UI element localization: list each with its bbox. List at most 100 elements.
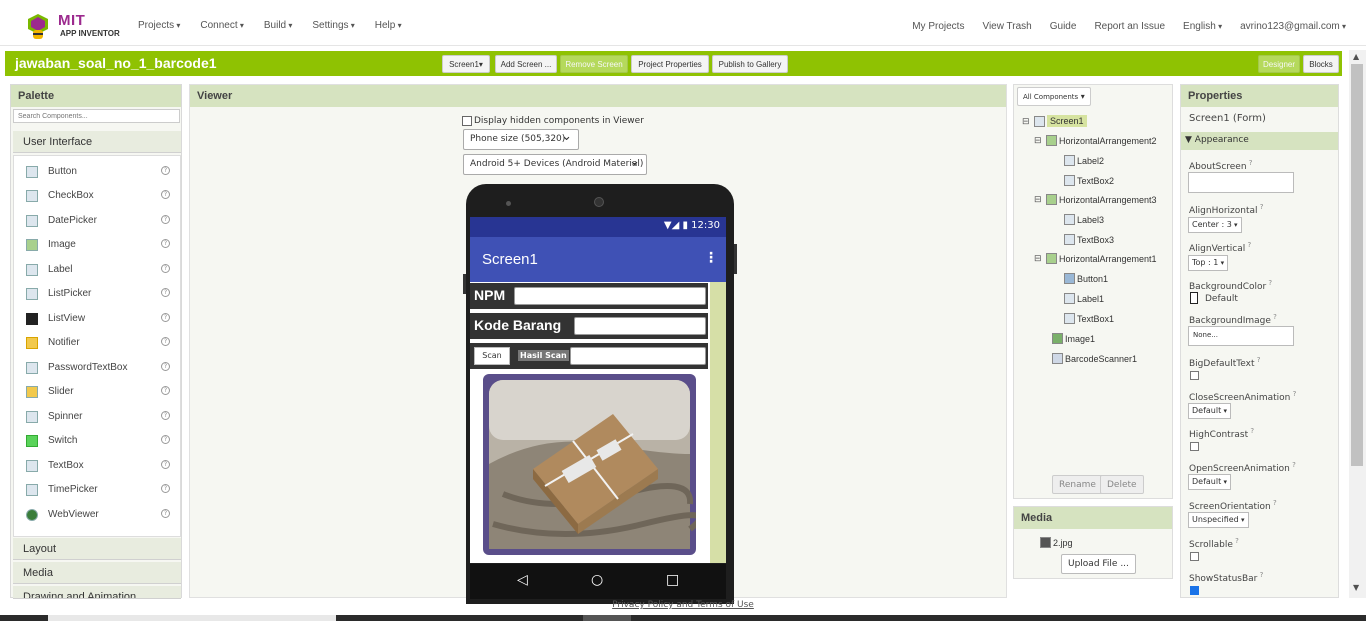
textbox1[interactable] xyxy=(570,347,706,365)
help-icon[interactable]: ? xyxy=(161,435,170,444)
tree-screen1[interactable]: ⊟ Screen1 xyxy=(1022,115,1087,127)
nav-view-trash[interactable]: View Trash xyxy=(982,21,1031,32)
designer-button[interactable]: Designer xyxy=(1258,55,1300,73)
nav-settings[interactable]: Settings xyxy=(312,20,354,31)
help-icon[interactable]: ? xyxy=(161,239,170,248)
tree-label1[interactable]: Label1 xyxy=(1064,293,1104,304)
scrollable-checkbox[interactable] xyxy=(1190,552,1199,561)
color-swatch[interactable] xyxy=(1190,292,1198,304)
big-default-text-checkbox[interactable] xyxy=(1190,371,1199,380)
scrollbar-thumb[interactable] xyxy=(1351,64,1363,466)
nav-account[interactable]: avrino123@gmail.com xyxy=(1240,21,1346,32)
background-image-picker[interactable]: None... xyxy=(1188,326,1294,346)
tree-label3[interactable]: Label3 xyxy=(1064,214,1104,225)
scroll-up-icon[interactable]: ▲ xyxy=(1353,52,1359,61)
palette-item-image[interactable]: Image? xyxy=(14,235,180,255)
palette-item-listpicker[interactable]: ListPicker? xyxy=(14,284,180,304)
palette-item-notifier[interactable]: Notifier? xyxy=(14,333,180,353)
tree-textbox1[interactable]: TextBox1 xyxy=(1064,313,1114,324)
appearance-section[interactable]: ▼ Appearance xyxy=(1181,132,1338,150)
collapse-icon[interactable]: ⊟ xyxy=(1034,135,1044,146)
tree-horizontalarrangement2[interactable]: ⊟ HorizontalArrangement2 xyxy=(1034,135,1157,146)
help-icon[interactable]: ? xyxy=(161,190,170,199)
collapse-icon[interactable]: ⊟ xyxy=(1034,253,1044,264)
palette-item-label[interactable]: Label? xyxy=(14,260,180,280)
align-vertical-select[interactable]: Top : 1 xyxy=(1188,255,1229,271)
help-icon[interactable]: ? xyxy=(161,215,170,224)
palette-item-datepicker[interactable]: DatePicker? xyxy=(14,211,180,231)
help-icon[interactable]: ? xyxy=(161,337,170,346)
nav-guide[interactable]: Guide xyxy=(1050,21,1077,32)
phone-size-select[interactable]: Phone size (505,320) xyxy=(463,129,579,150)
tree-textbox3[interactable]: TextBox3 xyxy=(1064,234,1114,245)
horizontal-arrangement-1[interactable]: Scan Hasil Scan xyxy=(470,343,708,369)
home-icon[interactable]: ○ xyxy=(591,572,603,588)
palette-item-listview[interactable]: ListView? xyxy=(14,309,180,329)
taskbar-tab[interactable] xyxy=(48,615,336,621)
nav-report-issue[interactable]: Report an Issue xyxy=(1094,21,1165,32)
help-icon[interactable]: ? xyxy=(161,166,170,175)
nav-language[interactable]: English xyxy=(1183,21,1222,32)
tree-horizontalarrangement3[interactable]: ⊟ HorizontalArrangement3 xyxy=(1034,194,1157,205)
collapse-icon[interactable]: ⊟ xyxy=(1022,116,1032,127)
palette-item-timepicker[interactable]: TimePicker? xyxy=(14,480,180,500)
rename-button[interactable]: Rename xyxy=(1052,475,1103,494)
tree-button1[interactable]: Button1 xyxy=(1064,273,1108,284)
all-components-dropdown[interactable]: All Components xyxy=(1017,87,1091,106)
back-icon[interactable]: ◁ xyxy=(517,572,528,588)
help-icon[interactable]: ? xyxy=(161,484,170,493)
help-icon[interactable]: ? xyxy=(161,386,170,395)
palette-item-textbox[interactable]: TextBox? xyxy=(14,456,180,476)
palette-item-button[interactable]: Button? xyxy=(14,162,180,182)
label1-hasil-scan[interactable]: Hasil Scan xyxy=(518,350,569,361)
align-horizontal-select[interactable]: Center : 3 xyxy=(1188,217,1242,233)
palette-search-input[interactable] xyxy=(13,109,180,123)
overflow-menu-icon[interactable]: ⋮ xyxy=(704,250,718,266)
palette-item-spinner[interactable]: Spinner? xyxy=(14,407,180,427)
media-file-item[interactable]: 2.jpg xyxy=(1040,537,1073,548)
tree-textbox2[interactable]: TextBox2 xyxy=(1064,175,1114,186)
palette-item-webviewer[interactable]: WebViewer? xyxy=(14,505,180,525)
collapse-icon[interactable]: ⊟ xyxy=(1034,194,1044,205)
taskbar-tab[interactable] xyxy=(583,615,631,621)
palette-item-passwordtextbox[interactable]: PasswordTextBox? xyxy=(14,358,180,378)
about-screen-textarea[interactable] xyxy=(1188,172,1294,193)
textbox3[interactable] xyxy=(574,317,706,335)
help-icon[interactable]: ? xyxy=(161,460,170,469)
page-scrollbar[interactable]: ▲ ▼ xyxy=(1349,50,1366,598)
nav-help[interactable]: Help xyxy=(375,20,402,31)
publish-gallery-button[interactable]: Publish to Gallery xyxy=(712,55,788,73)
recents-icon[interactable]: □ xyxy=(666,572,679,588)
tree-image1[interactable]: Image1 xyxy=(1052,333,1095,344)
add-screen-button[interactable]: Add Screen ... xyxy=(495,55,557,73)
help-icon[interactable]: ? xyxy=(161,264,170,273)
category-drawing-animation[interactable]: Drawing and Animation xyxy=(13,586,181,599)
show-status-bar-checkbox[interactable] xyxy=(1190,586,1199,595)
label3[interactable]: Kode Barang xyxy=(474,317,561,333)
textbox2[interactable] xyxy=(514,287,706,305)
nav-projects[interactable]: Projects xyxy=(138,20,180,31)
help-icon[interactable]: ? xyxy=(161,509,170,518)
open-animation-select[interactable]: Default xyxy=(1188,474,1231,490)
tree-label2[interactable]: Label2 xyxy=(1064,155,1104,166)
remove-screen-button[interactable]: Remove Screen xyxy=(560,55,628,73)
app-logo[interactable]: MIT APP INVENTOR xyxy=(22,12,122,42)
help-icon[interactable]: ? xyxy=(161,362,170,371)
tree-horizontalarrangement1[interactable]: ⊟ HorizontalArrangement1 xyxy=(1034,253,1157,264)
device-theme-select[interactable]: Android 5+ Devices (Android Material) xyxy=(463,154,647,175)
tree-barcodescanner1[interactable]: BarcodeScanner1 xyxy=(1052,353,1137,364)
screen-orientation-select[interactable]: Unspecified xyxy=(1188,512,1249,528)
horizontal-arrangement-3[interactable]: Kode Barang xyxy=(470,313,708,339)
help-icon[interactable]: ? xyxy=(161,313,170,322)
label2[interactable]: NPM xyxy=(474,287,505,303)
upload-file-button[interactable]: Upload File ... xyxy=(1061,554,1136,574)
delete-button[interactable]: Delete xyxy=(1100,475,1144,494)
privacy-policy-link[interactable]: Privacy Policy and Terms of Use xyxy=(0,600,1366,614)
scroll-down-icon[interactable]: ▼ xyxy=(1353,583,1359,592)
help-icon[interactable]: ? xyxy=(161,288,170,297)
screen-select-button[interactable]: Screen1 xyxy=(442,55,490,73)
nav-build[interactable]: Build xyxy=(264,20,293,31)
background-color-value[interactable]: Default xyxy=(1205,294,1238,304)
button1-scan[interactable]: Scan xyxy=(474,347,510,365)
palette-item-slider[interactable]: Slider? xyxy=(14,382,180,402)
